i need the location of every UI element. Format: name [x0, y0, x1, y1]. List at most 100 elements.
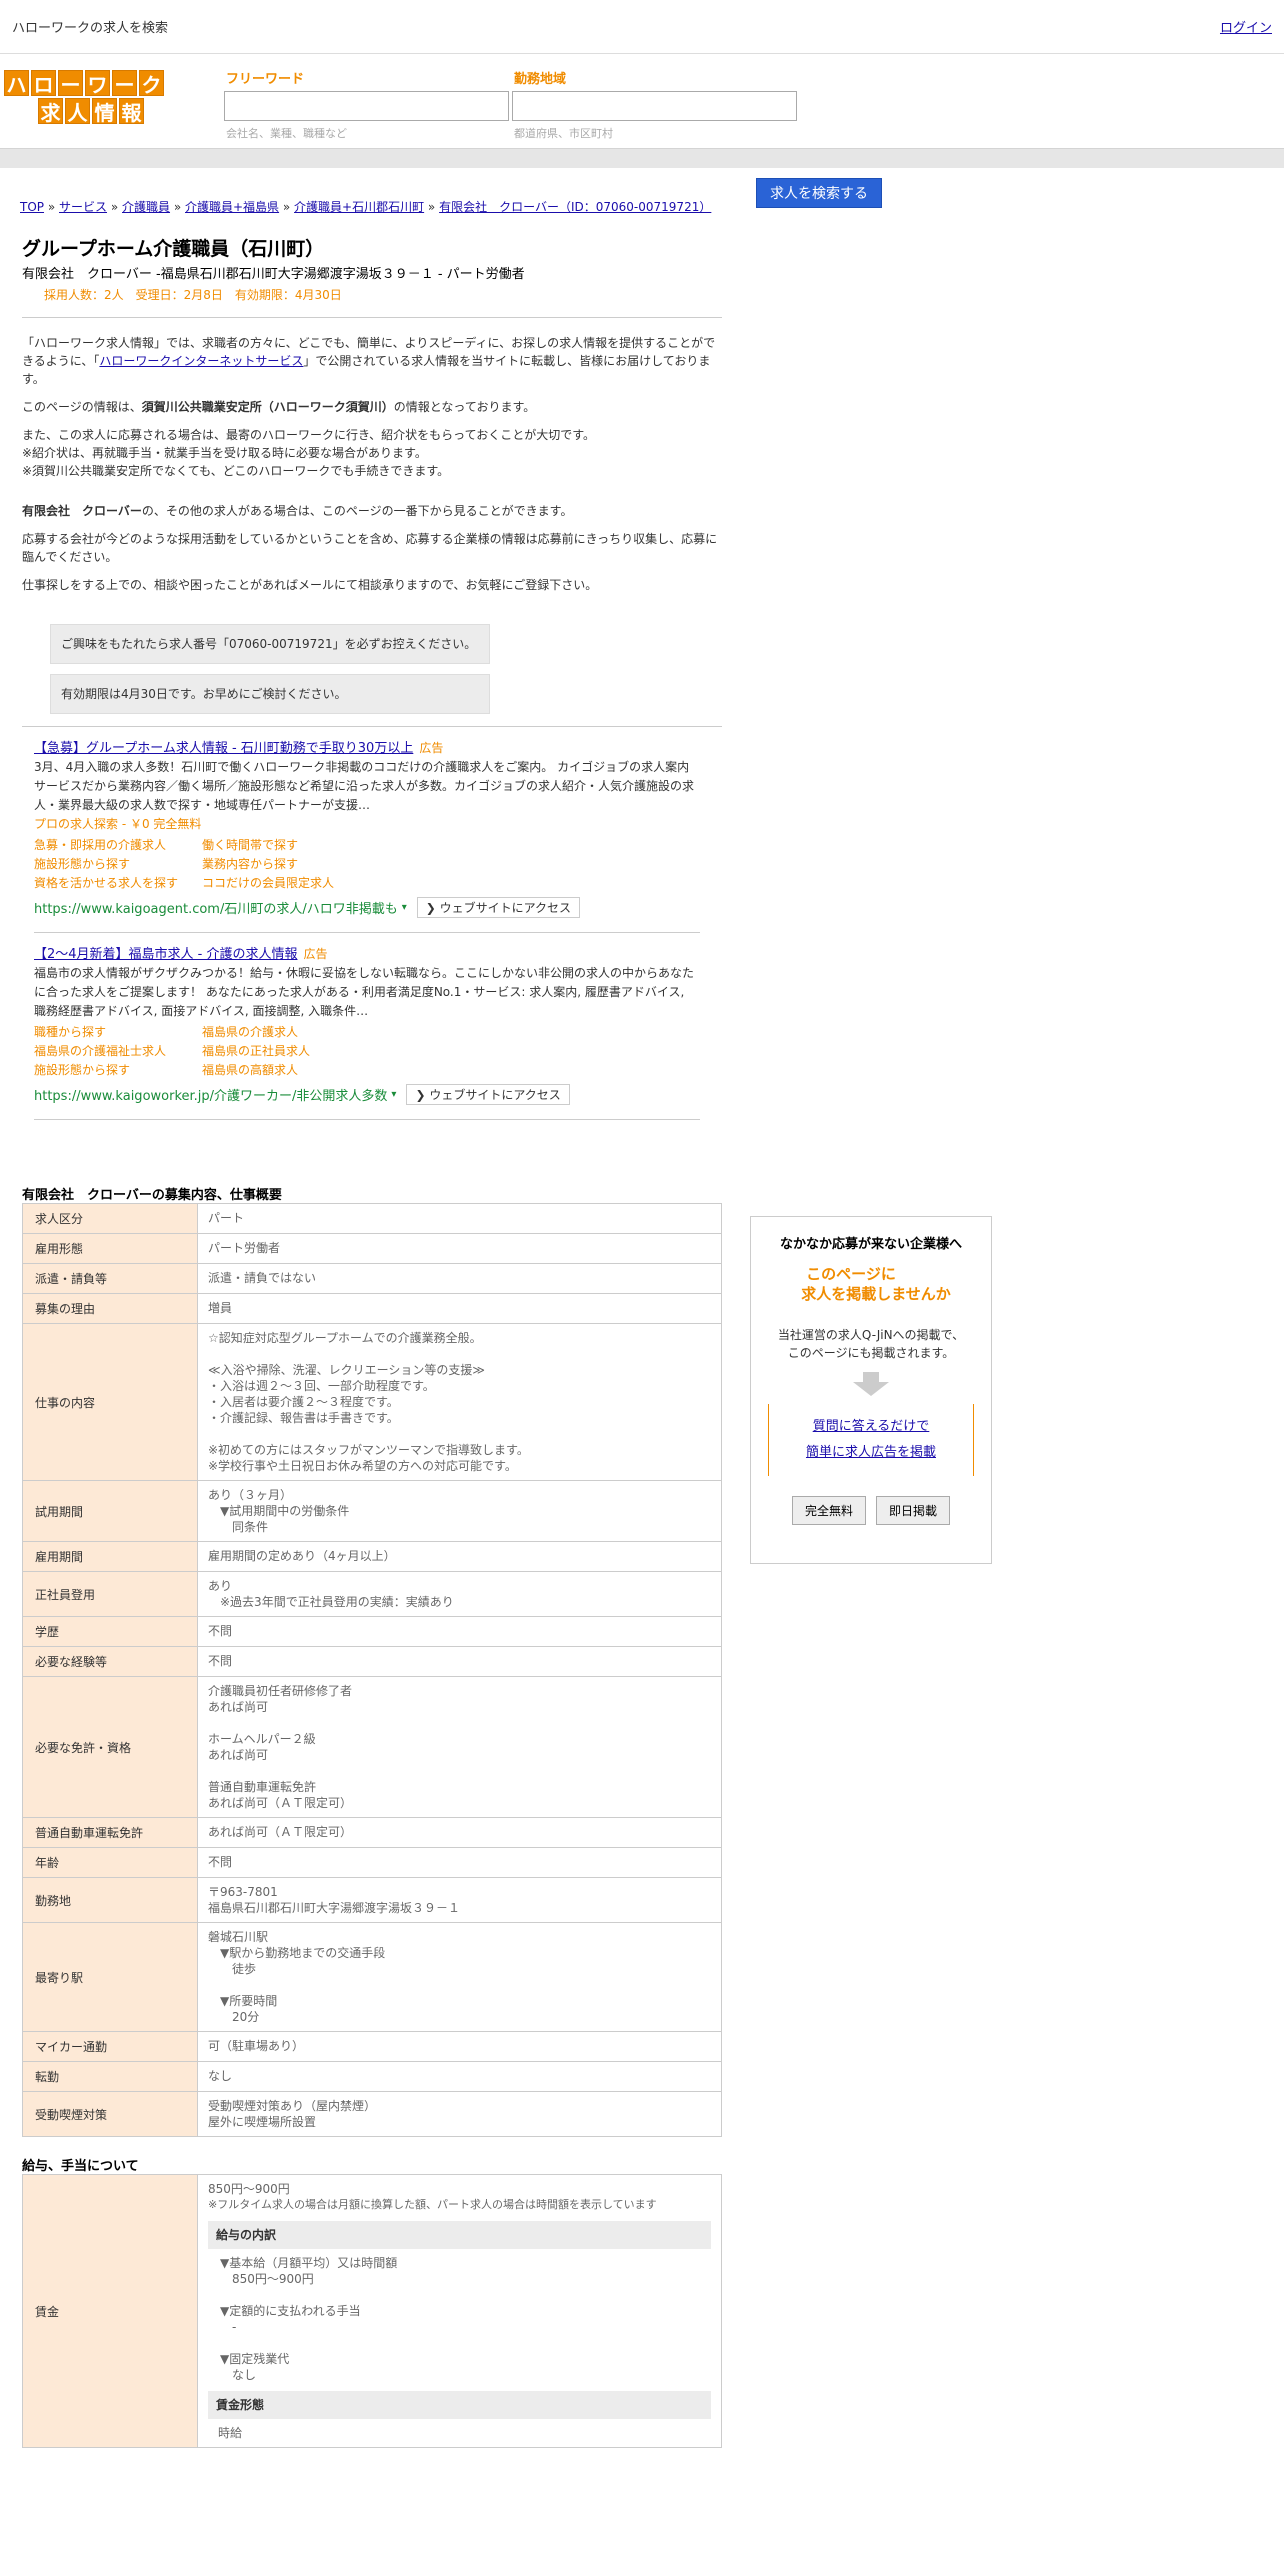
other-jobs-paragraph: 有限会社 クローバーの、その他の求人がある場合は、このページの一番下から見ること…: [22, 504, 573, 518]
logo-char: 人: [65, 98, 90, 125]
free-button[interactable]: 完全無料: [791, 1496, 866, 1525]
row-label: 学歴: [22, 1616, 198, 1647]
hellowork-internet-link[interactable]: ハローワークインターネットサービス: [99, 354, 303, 368]
row-value: 不問: [197, 1847, 722, 1878]
row-label: マイカー通勤: [22, 2031, 198, 2062]
ad-subline: プロの求人探索 - ￥0 完全無料: [34, 817, 202, 831]
row-value: あり（３ヶ月） ▼試用期間中の労働条件 同条件: [197, 1480, 722, 1542]
same-day-button[interactable]: 即日掲載: [876, 1496, 951, 1525]
down-arrow-icon: [863, 1372, 879, 1382]
ad-sitelink[interactable]: 施設形態から探す: [34, 855, 202, 874]
breadcrumb-link[interactable]: 介護職員: [122, 200, 170, 214]
row-label: 賃金: [22, 2174, 198, 2448]
logo-char: ワ: [85, 70, 110, 97]
intro-paragraph: 「ハローワーク求人情報」では、求職者の方々に、どこでも、簡単に、よりスピーディに…: [22, 336, 716, 386]
row-value: パート: [197, 1203, 722, 1234]
chevron-down-icon[interactable]: ▾: [402, 902, 407, 913]
logo-char: ハ: [4, 70, 29, 97]
breadcrumb-link[interactable]: 介護職員+福島県: [185, 200, 279, 214]
post-ad-link[interactable]: 質問に答えるだけで: [813, 1419, 930, 1434]
table-row: マイカー通勤 可（駐車場あり）: [22, 2031, 722, 2062]
logo-char: 求: [38, 98, 63, 125]
site-title: ハローワークの求人を検索: [12, 21, 169, 36]
down-arrow-icon: [853, 1382, 889, 1396]
visit-website-button[interactable]: ❯ ウェブサイトにアクセス: [406, 1084, 570, 1105]
post-ad-link-2[interactable]: 簡単に求人広告を掲載: [806, 1445, 936, 1460]
chevron-down-icon[interactable]: ▾: [391, 1089, 396, 1100]
table-row: 求人区分 パート: [22, 1203, 722, 1234]
logo-char: ー: [112, 70, 137, 97]
row-label: 年齢: [22, 1847, 198, 1878]
breadcrumb-link[interactable]: 介護職員+石川郡石川町: [294, 200, 424, 214]
breadcrumb-link[interactable]: サービス: [59, 200, 107, 214]
breadcrumb-link[interactable]: 有限会社 クローバー（ID：07060-00719721）: [439, 200, 711, 214]
breadcrumb-link[interactable]: TOP: [20, 200, 44, 214]
hellowork-logo[interactable]: ハローワーク 求人情報: [4, 70, 180, 125]
pay-table: 賃金 850円〜900円 ※フルタイム求人の場合は月額に換算した額、パート求人の…: [22, 2174, 722, 2448]
row-value: 可（駐車場あり）: [197, 2031, 722, 2062]
details-title: 有限会社 クローバーの募集内容、仕事概要: [22, 1188, 282, 1203]
header-divider: [0, 148, 1284, 168]
row-value: 介護職員初任者研修修了者 あれば尚可 ホームヘルパー２級 あれば尚可 普通自動車…: [197, 1676, 722, 1818]
ad-sitelink[interactable]: 資格を活かせる求人を探す: [34, 874, 202, 893]
ad-sitelink[interactable]: 福島県の正社員求人: [202, 1042, 402, 1061]
area-label: 勤務地域: [514, 72, 567, 87]
row-value: 派遣・請負ではない: [197, 1263, 722, 1294]
search-button[interactable]: 求人を検索する: [756, 178, 882, 208]
ad-sitelink[interactable]: 業務内容から探す: [202, 855, 402, 874]
ad-url[interactable]: https://www.kaigoworker.jp/介護ワーカー/非公開求人多…: [34, 1085, 387, 1104]
table-row: 必要な経験等 不問: [22, 1646, 722, 1677]
table-row: 最寄り駅 磐城石川駅 ▼駅から勤務地までの交通手段 徒歩 ▼所要時間 20分: [22, 1922, 722, 2032]
row-label: 試用期間: [22, 1480, 198, 1542]
pay-form-header: 賃金形態: [208, 2391, 711, 2419]
sponsored-ad: 【2～4月新着】福島市求人 - 介護の求人情報 広告福島市の求人情報がザクザクみつ…: [22, 933, 712, 1105]
table-row: 転勤 なし: [22, 2061, 722, 2092]
job-details-table: 求人区分 パート 雇用形態 パート労働者 派遣・請負等 派遣・請負ではない 募集の理由 増員仕…: [22, 1203, 722, 2137]
ad-title-link[interactable]: 【急募】グループホーム求人情報 - 石川町勤務で手取り30万以上: [34, 741, 413, 756]
breadcrumb-separator: »: [44, 200, 59, 214]
ad-title-link[interactable]: 【2～4月新着】福島市求人 - 介護の求人情報: [34, 947, 298, 962]
ad-sitelink[interactable]: 働く時間帯で探す: [202, 836, 402, 855]
row-label: 正社員登用: [22, 1571, 198, 1617]
area-search: 勤務地域 都道府県、市区町村: [512, 68, 797, 141]
row-label: 仕事の内容: [22, 1323, 198, 1481]
sidebox-links: 質問に答えるだけで 簡単に求人広告を掲載: [768, 1404, 974, 1476]
row-label: 雇用期間: [22, 1541, 198, 1572]
ad-sitelink[interactable]: 施設形態から探す: [34, 1061, 202, 1080]
ad-url[interactable]: https://www.kaigoagent.com/石川町の求人/ハロワ非掲載…: [34, 898, 398, 917]
table-row: 雇用期間 雇用期間の定めあり（4ヶ月以上）: [22, 1541, 722, 1572]
row-value: 不問: [197, 1646, 722, 1677]
ad-sitelink[interactable]: ココだけの会員限定求人: [202, 874, 402, 893]
sidebox-headline: このページに 求人を掲載しませんか: [801, 1265, 951, 1303]
top-bar: ハローワークの求人を検索 ログイン: [0, 0, 1284, 54]
ad-badge: 広告: [419, 741, 444, 755]
row-label: 普通自動車運転免許: [22, 1817, 198, 1848]
pay-title: 給与、手当について: [22, 2159, 139, 2174]
table-row: 必要な免許・資格 介護職員初任者研修修了者 あれば尚可 ホームヘルパー２級 あれば…: [22, 1676, 722, 1818]
ad-sitelink[interactable]: 急募・即採用の介護求人: [34, 836, 202, 855]
login-link[interactable]: ログイン: [1220, 17, 1272, 36]
row-label: 必要な免許・資格: [22, 1676, 198, 1818]
pay-amount: 850円〜900円: [208, 2182, 290, 2196]
row-label: 募集の理由: [22, 1293, 198, 1324]
ad-sitelink[interactable]: 職種から探す: [34, 1023, 202, 1042]
row-label: 最寄り駅: [22, 1922, 198, 2032]
ad-sitelink[interactable]: 福島県の高額求人: [202, 1061, 402, 1080]
ad-sitelink[interactable]: 福島県の介護求人: [202, 1023, 402, 1042]
keyword-hint: 会社名、業種、職種など: [226, 127, 347, 140]
pay-breakdown-header: 給与の内訳: [208, 2221, 711, 2249]
keyword-input[interactable]: [224, 91, 509, 121]
sidebox-title: なかなか応募が来ない企業様へ: [779, 1237, 962, 1252]
header: ハローワーク 求人情報 フリーワード 会社名、業種、職種など 勤務地域 都道府県…: [0, 54, 1284, 208]
ad-sitelink[interactable]: 福島県の介護福祉士求人: [34, 1042, 202, 1061]
visit-website-button[interactable]: ❯ ウェブサイトにアクセス: [416, 897, 581, 918]
ad-badge: 広告: [303, 947, 328, 961]
row-value: 増員: [197, 1293, 722, 1324]
ad-description: 福島市の求人情報がザクザクみつかる！給与・休暇に妥協をしない転職なら。ここにしか…: [34, 966, 695, 1018]
sidebox-description: 当社運営の求人Q-JiNへの掲載で、 このページにも掲載されます。: [777, 1328, 965, 1360]
job-number-notice: ご興味をもたれたら求人番号「07060-00719721」を必ずお控えください。: [50, 624, 490, 664]
breadcrumb-separator: »: [279, 200, 295, 214]
office-paragraph: このページの情報は、須賀川公共職業安定所（ハローワーク須賀川）の情報となっており…: [22, 400, 536, 414]
area-input[interactable]: [512, 91, 797, 121]
breadcrumb-separator: »: [170, 200, 185, 214]
